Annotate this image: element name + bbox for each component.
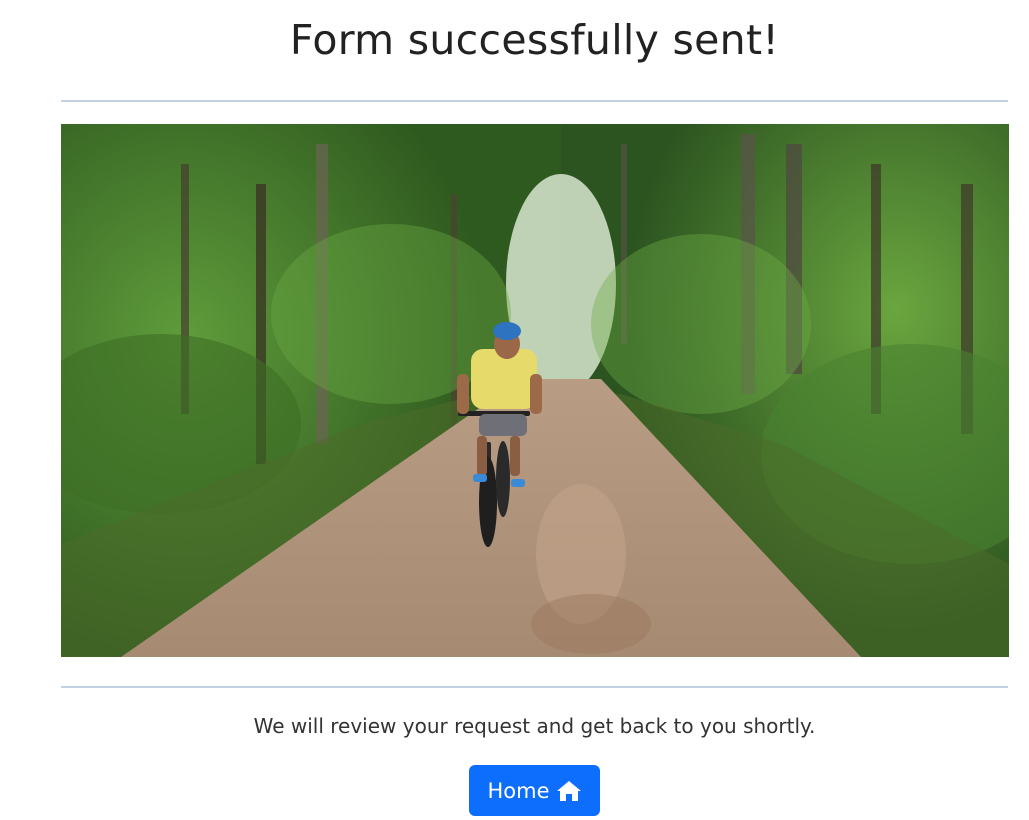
- bottom-divider: [61, 686, 1008, 688]
- confirmation-message: We will review your request and get back…: [253, 714, 816, 738]
- hero-image: [61, 124, 1009, 657]
- top-divider: [61, 100, 1008, 102]
- home-button[interactable]: Home: [469, 765, 600, 816]
- page-title: Form successfully sent!: [289, 16, 780, 64]
- home-icon: [556, 780, 582, 802]
- home-button-label: Home: [487, 778, 550, 803]
- confirmation-page: Form successfully sent! We will review y…: [0, 0, 1029, 820]
